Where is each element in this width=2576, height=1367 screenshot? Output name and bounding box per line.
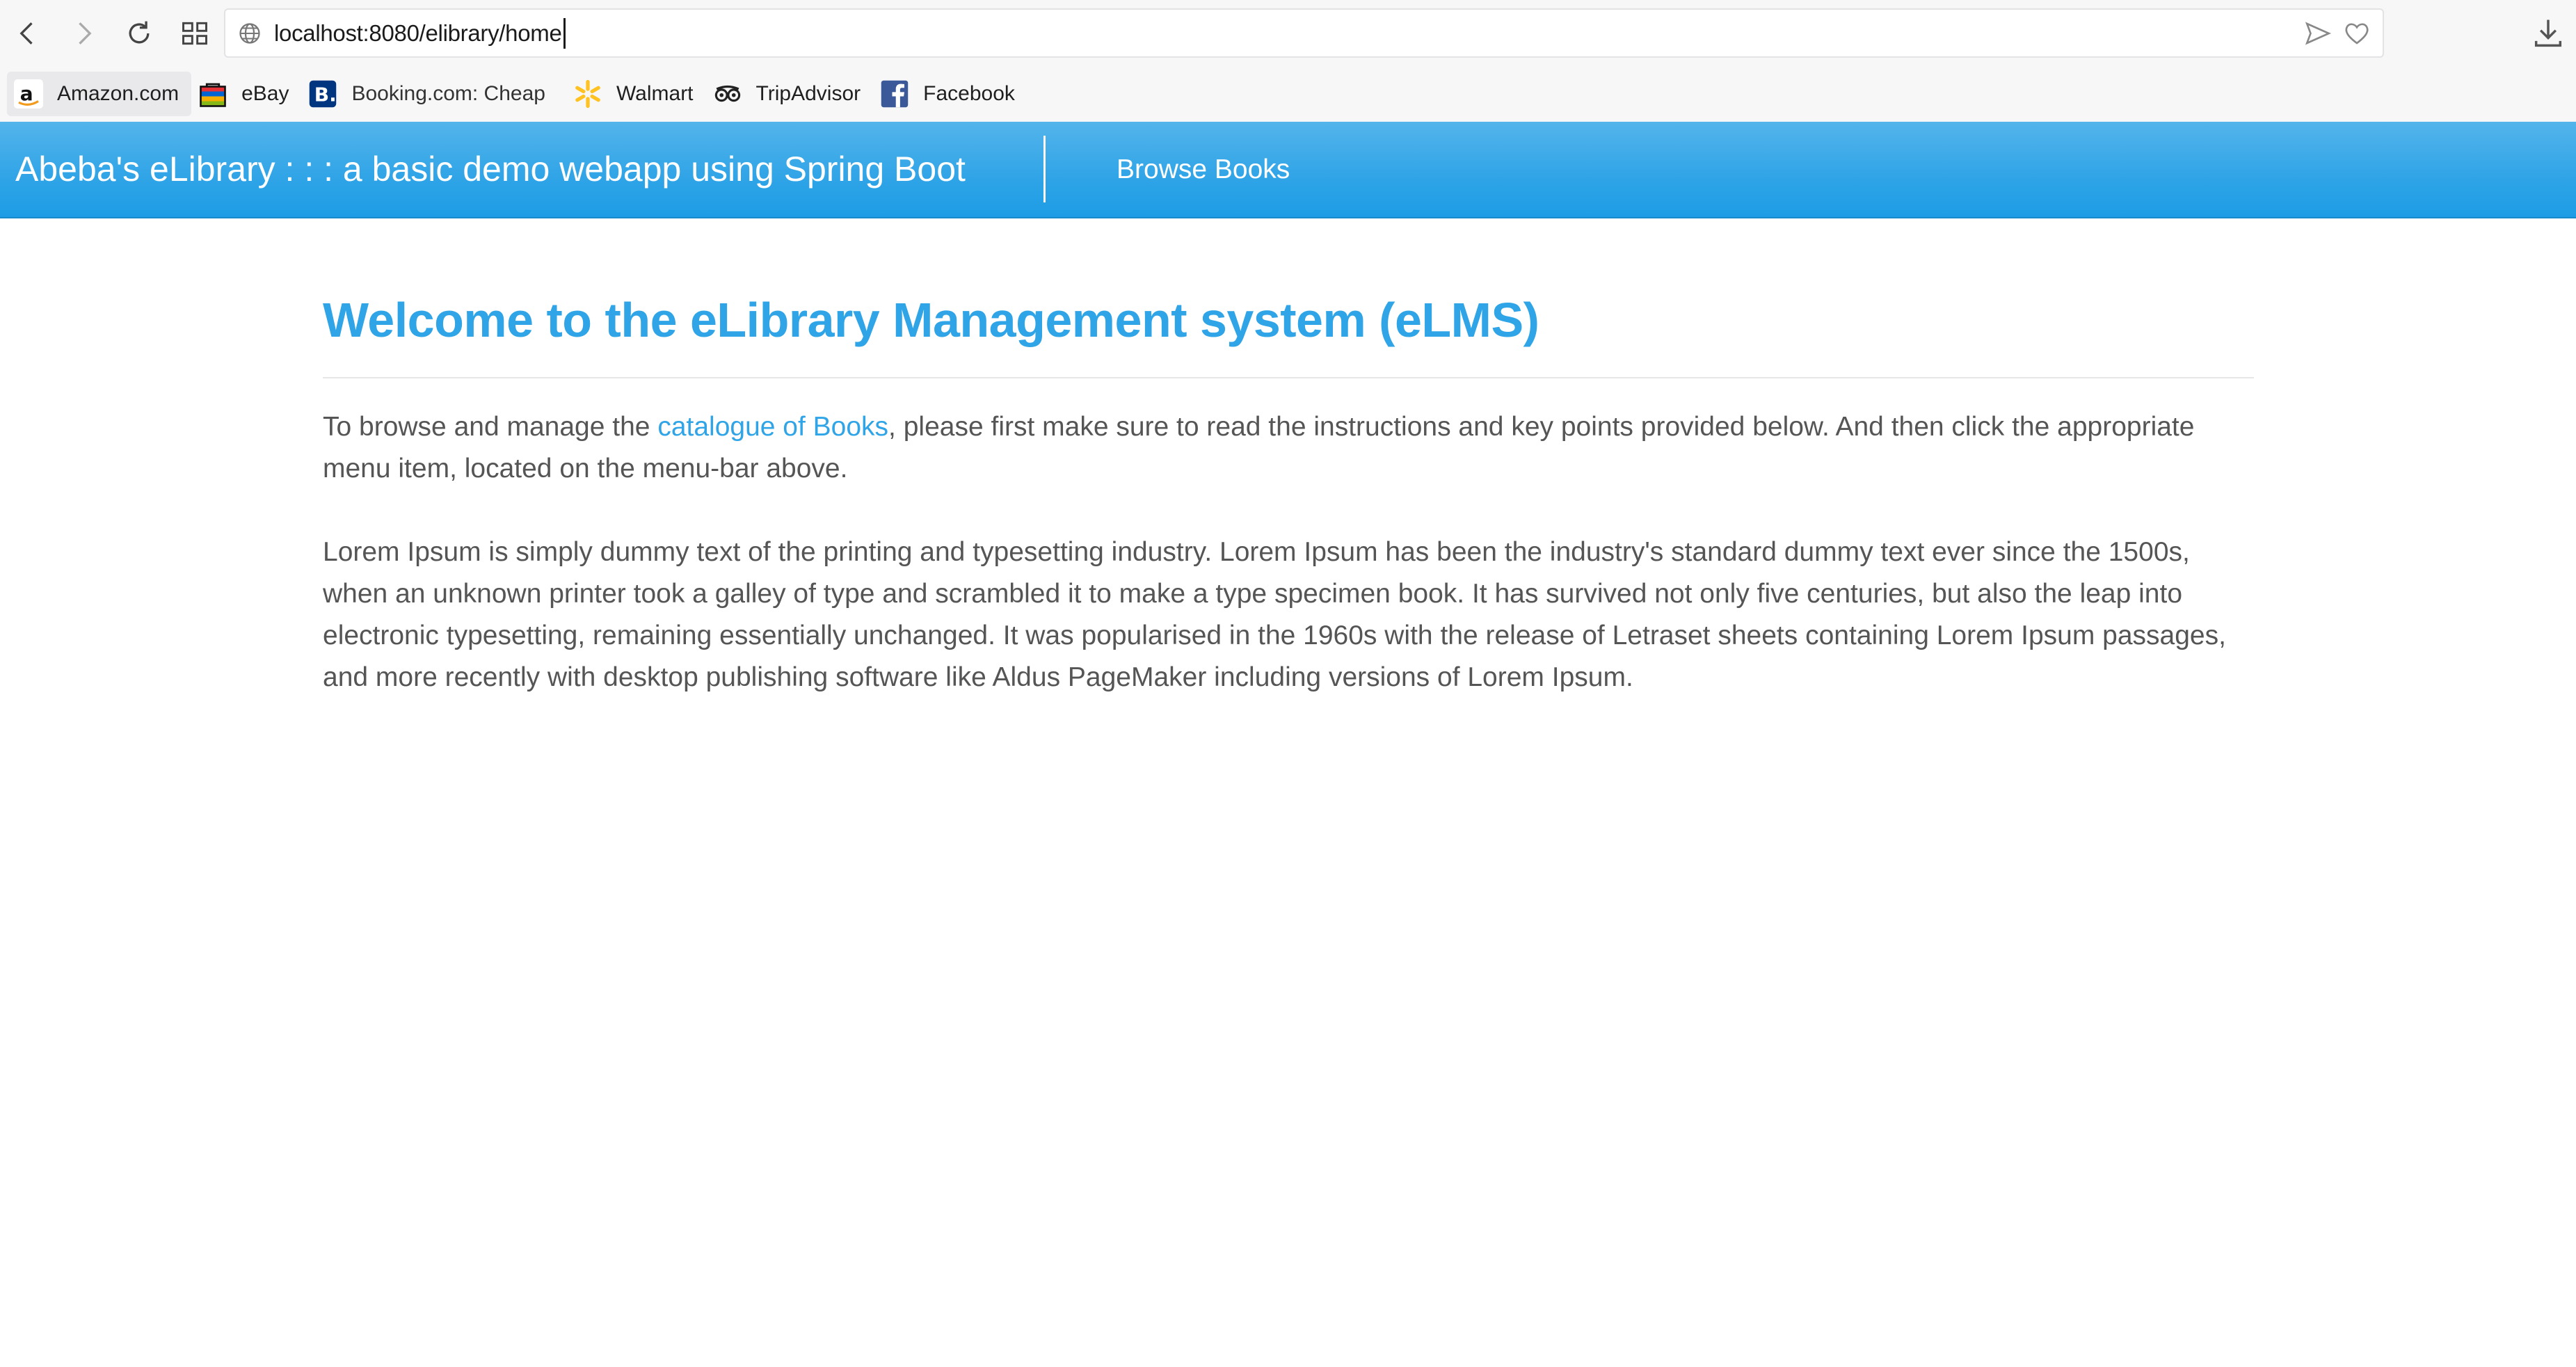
heart-icon[interactable] (2342, 17, 2371, 50)
reload-icon (129, 21, 150, 43)
facebook-icon (880, 79, 909, 109)
navbar-divider (1043, 136, 1046, 202)
download-icon (2534, 19, 2562, 47)
bookmark-walmart[interactable]: Walmart (566, 72, 706, 116)
tripadvisor-icon (713, 79, 742, 109)
walmart-icon (573, 79, 602, 109)
forward-button[interactable] (56, 6, 111, 61)
svg-text:a: a (20, 82, 33, 105)
ebay-icon (198, 79, 227, 109)
main-content: Welcome to the eLibrary Management syste… (323, 285, 2254, 698)
bookmarks-bar: a Amazon.com eBay B. Booking.com: Cheap … (0, 66, 2576, 122)
back-button[interactable] (0, 6, 56, 61)
reload-button[interactable] (111, 6, 167, 61)
browser-toolbar: localhost:8080/elibrary/home (0, 0, 2576, 66)
bookmark-ebay[interactable]: eBay (191, 72, 301, 116)
bookmark-label: Facebook (923, 82, 1015, 105)
bookmark-label: Booking.com: Cheap (351, 82, 545, 105)
tabs-grid-button[interactable] (167, 6, 223, 61)
bookmark-booking[interactable]: B. Booking.com: Cheap (301, 72, 558, 116)
bookmark-amazon[interactable]: a Amazon.com (7, 72, 192, 116)
url-text[interactable]: localhost:8080/elibrary/home (274, 17, 566, 49)
heading-divider (323, 377, 2254, 378)
svg-text:B.: B. (314, 83, 337, 106)
send-icon[interactable] (2303, 17, 2333, 50)
navbar-brand[interactable]: Abeba's eLibrary : : : a basic demo weba… (15, 147, 966, 191)
bookmark-label: eBay (241, 82, 289, 105)
page-title: Welcome to the eLibrary Management syste… (323, 293, 1539, 347)
forward-icon (79, 22, 92, 45)
intro-paragraph: To browse and manage the catalogue of Bo… (323, 406, 2254, 490)
site-navbar: Abeba's eLibrary : : : a basic demo weba… (0, 122, 2576, 218)
catalogue-link[interactable]: catalogue of Books (657, 412, 888, 442)
bookmark-label: Amazon.com (57, 82, 179, 105)
bookmark-facebook[interactable]: Facebook (873, 72, 1027, 116)
globe-icon (225, 9, 274, 58)
download-button[interactable] (2530, 15, 2566, 51)
back-icon (19, 22, 33, 45)
bookmark-label: TripAdvisor (755, 82, 861, 105)
booking-icon: B. (308, 79, 337, 109)
tabs-grid-icon (182, 22, 207, 45)
bookmark-label: Walmart (616, 82, 694, 105)
nav-link-browse-books[interactable]: Browse Books (1117, 152, 1290, 187)
intro-text-before: To browse and manage the (323, 412, 658, 442)
amazon-icon: a (14, 79, 43, 109)
bookmark-tripadvisor[interactable]: TripAdvisor (706, 72, 874, 116)
lorem-paragraph: Lorem Ipsum is simply dummy text of the … (323, 537, 2226, 692)
address-bar[interactable]: localhost:8080/elibrary/home (224, 8, 2384, 58)
